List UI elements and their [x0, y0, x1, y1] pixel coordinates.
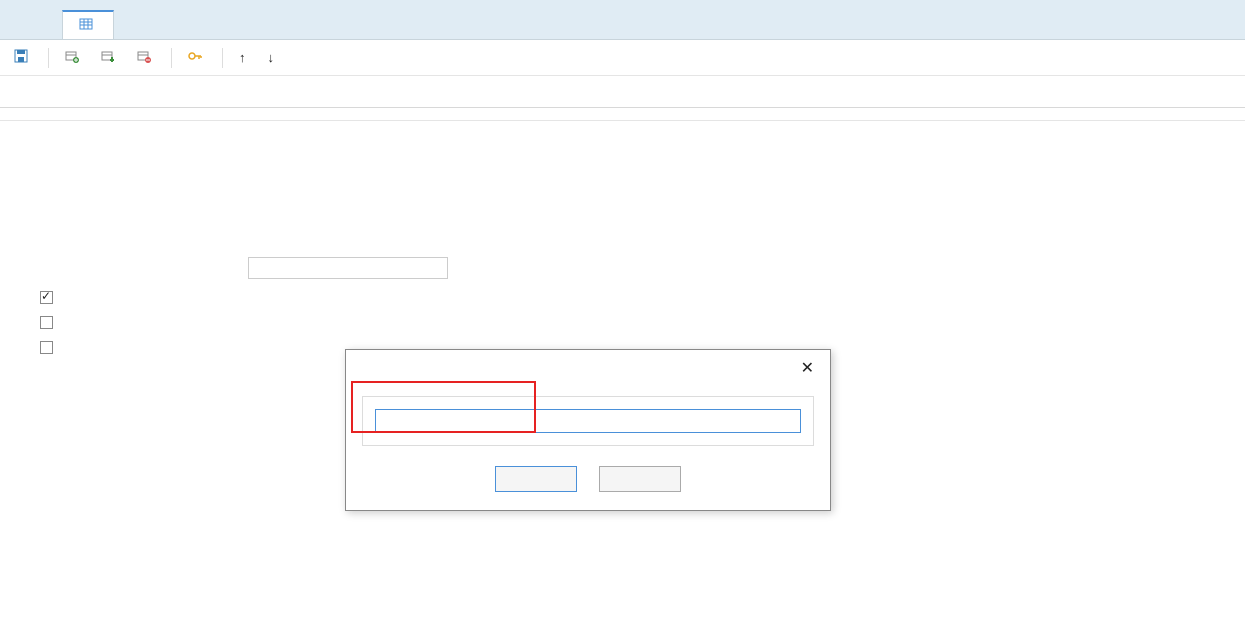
- ok-button[interactable]: [495, 466, 577, 492]
- modal-overlay: ✕: [0, 0, 1245, 628]
- close-icon[interactable]: ✕: [797, 358, 818, 378]
- cancel-button[interactable]: [599, 466, 681, 492]
- table-name-input[interactable]: [375, 409, 801, 433]
- table-name-dialog: ✕: [345, 349, 831, 511]
